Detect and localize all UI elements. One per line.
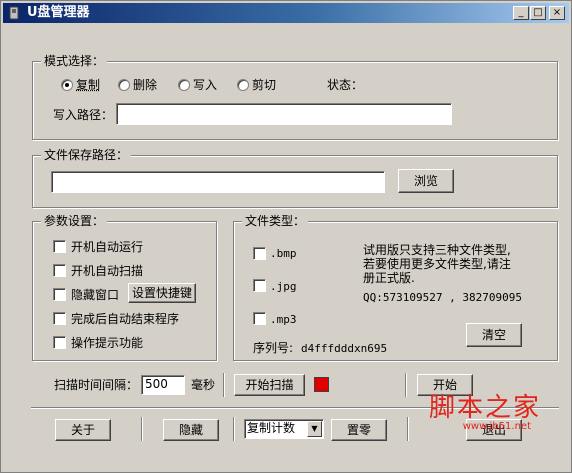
bottom-separator-3: [407, 417, 409, 441]
jpg-label[interactable]: .jpg: [270, 280, 297, 294]
radio-delete-label[interactable]: 删除: [133, 78, 157, 92]
minimize-button[interactable]: _: [513, 6, 529, 20]
radio-write-label[interactable]: 写入: [193, 78, 217, 92]
close-button[interactable]: ×: [549, 6, 565, 20]
serial-label: 序列号:: [253, 341, 294, 355]
hide-button[interactable]: 隐藏: [163, 419, 219, 441]
trial-note-line1: 试用版只支持三种文件类型,: [363, 243, 511, 257]
radio-write[interactable]: [178, 79, 190, 91]
radio-copy[interactable]: [61, 79, 73, 91]
status-label: 状态：: [327, 78, 364, 92]
reset-button[interactable]: 置零: [331, 419, 387, 441]
checkbox-mp3[interactable]: [253, 312, 266, 325]
window-title: U盘管理器: [27, 5, 90, 20]
mode-legend: 模式选择：: [41, 54, 108, 68]
title-bar[interactable]: U盘管理器 _ □ ×: [3, 3, 569, 23]
trial-note-line2: 若要使用更多文件类型,请注: [363, 257, 511, 271]
bmp-label[interactable]: .bmp: [270, 247, 297, 261]
scan-interval-unit: 毫秒: [191, 378, 216, 392]
auto-scan-label[interactable]: 开机自动扫描: [71, 264, 143, 278]
counter-select[interactable]: 复制计数 ▼: [244, 419, 324, 439]
scan-status-indicator: [314, 377, 329, 392]
watermark-logo: 脚本之家: [428, 393, 541, 423]
write-path-label: 写入路径：: [53, 108, 114, 122]
maximize-button[interactable]: □: [530, 6, 546, 20]
watermark-url: www.jb51.net: [462, 421, 531, 432]
auto-run-label[interactable]: 开机自动运行: [71, 240, 143, 254]
set-hotkey-button[interactable]: 设置快捷键: [128, 283, 196, 303]
save-path-legend: 文件保存路径：: [41, 148, 132, 162]
browse-button[interactable]: 浏览: [398, 169, 454, 193]
start-scan-button[interactable]: 开始扫描: [234, 374, 305, 396]
bottom-separator-2: [233, 417, 235, 441]
checkbox-hide-window[interactable]: [53, 288, 66, 301]
checkbox-jpg[interactable]: [253, 279, 266, 292]
usb-drive-icon: [9, 6, 19, 20]
scan-interval-label: 扫描时间间隔：: [54, 378, 139, 392]
mp3-label[interactable]: .mp3: [270, 313, 297, 327]
auto-exit-label[interactable]: 完成后自动结束程序: [71, 312, 179, 326]
filetypes-legend: 文件类型：: [242, 214, 309, 228]
scan-separator-2: [405, 373, 407, 397]
params-legend: 参数设置：: [41, 214, 108, 228]
save-path-input[interactable]: [51, 171, 385, 193]
checkbox-auto-run[interactable]: [53, 240, 66, 253]
trial-note-line3: 册正式版.: [363, 271, 415, 285]
radio-copy-label[interactable]: 复制: [76, 78, 100, 92]
counter-select-value: 复制计数: [247, 421, 296, 435]
checkbox-auto-exit[interactable]: [53, 312, 66, 325]
clear-button[interactable]: 清空: [466, 323, 522, 347]
mode-group: 模式选择：: [32, 54, 558, 140]
hide-window-label[interactable]: 隐藏窗口: [71, 288, 119, 302]
checkbox-bmp[interactable]: [253, 247, 266, 260]
checkbox-tips[interactable]: [53, 336, 66, 349]
app-window: U盘管理器 _ □ × 模式选择： 复制 删除 写入 剪切 状态： 写入路径： …: [0, 0, 572, 473]
serial-value: d4fffdddxn695: [301, 342, 388, 355]
radio-delete[interactable]: [118, 79, 130, 91]
about-button[interactable]: 关于: [55, 419, 111, 441]
bottom-separator-1: [141, 417, 143, 441]
write-path-input[interactable]: [116, 103, 452, 125]
scan-interval-input[interactable]: 500: [141, 375, 185, 395]
chevron-down-icon[interactable]: ▼: [307, 421, 322, 437]
radio-cut-label[interactable]: 剪切: [252, 78, 276, 92]
qq-contact: QQ:573109527 , 382709095: [363, 291, 522, 304]
scan-separator-1: [223, 373, 225, 397]
checkbox-auto-scan[interactable]: [53, 264, 66, 277]
tips-label[interactable]: 操作提示功能: [71, 336, 143, 350]
radio-cut[interactable]: [237, 79, 249, 91]
